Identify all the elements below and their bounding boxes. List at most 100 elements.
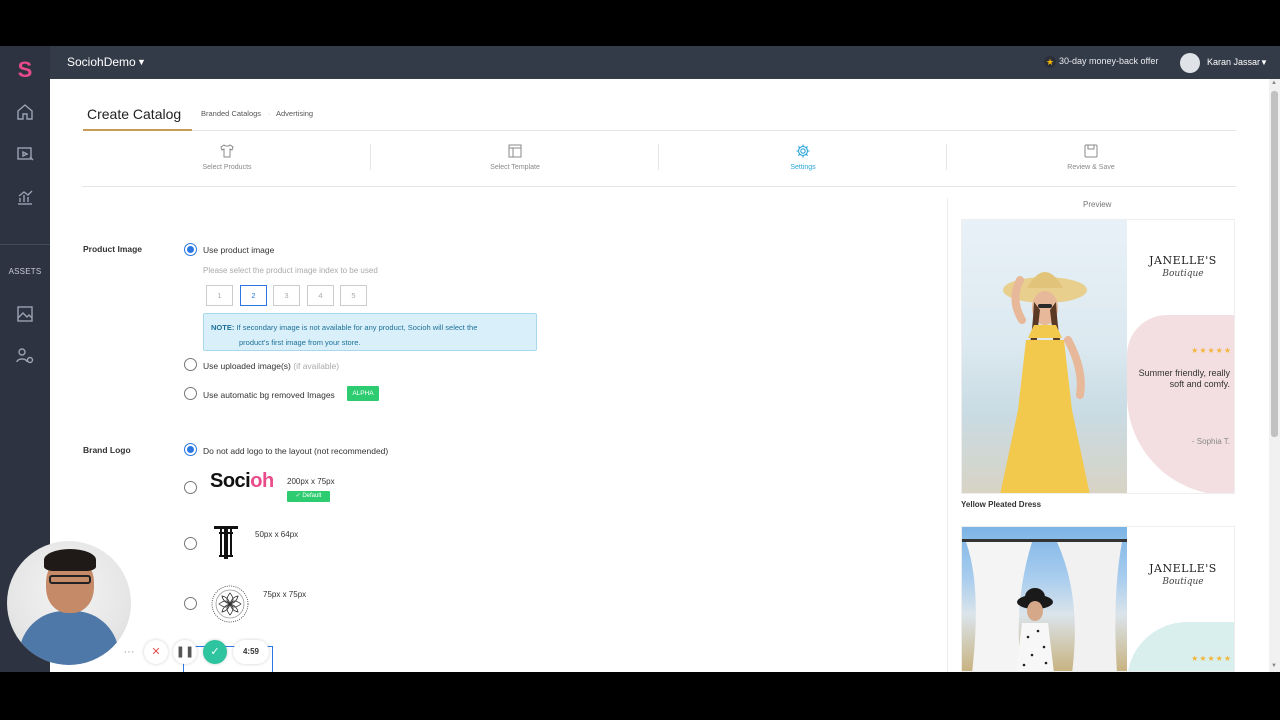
top-bar: SociohDemo ▼ ★ 30-day money-back offer K…	[50, 46, 1280, 79]
page-title: Create Catalog	[87, 106, 182, 122]
recorder-finish-icon[interactable]: ✓	[203, 640, 227, 664]
preview-card: JANELLE'S Boutique ★★★★★	[961, 526, 1235, 672]
gear-icon	[795, 143, 811, 159]
preview-divider	[947, 198, 948, 672]
preview-label: Preview	[1083, 200, 1112, 209]
webcam-bubble[interactable]	[7, 541, 131, 665]
image-index-hint: Please select the product image index to…	[203, 266, 378, 275]
product-image-label: Product Image	[83, 244, 143, 254]
image-index-5[interactable]: 5	[340, 285, 367, 306]
logo-option-2-radio[interactable]	[184, 537, 197, 550]
analytics-icon[interactable]	[15, 187, 35, 207]
workspace-selector[interactable]: SociohDemo	[67, 55, 136, 69]
step-label: Select Products	[202, 164, 252, 171]
no-logo-text: Do not add logo to the layout (not recom…	[203, 446, 389, 456]
user-avatar[interactable]	[1180, 53, 1200, 73]
sidebar-divider	[0, 244, 50, 245]
note-line2: product's first image from your store.	[239, 338, 361, 347]
image-index-1[interactable]: 1	[206, 285, 233, 306]
image-index-2[interactable]: 2	[240, 285, 267, 306]
recorder-more-icon[interactable]: ···	[117, 640, 141, 664]
step-label: Review & Save	[1067, 164, 1115, 171]
step-select-products[interactable]: Select Products	[167, 143, 287, 171]
monogram-t-logo	[213, 523, 239, 561]
alpha-badge: ALPHA	[347, 386, 379, 401]
step-label: Select Template	[490, 164, 540, 171]
breadcrumb-advertising[interactable]: Advertising	[276, 109, 313, 118]
presenter-glasses	[49, 575, 91, 584]
offer-badge-icon: ★	[1044, 56, 1056, 68]
decorative-blob	[1127, 315, 1234, 493]
header-divider	[192, 130, 1236, 131]
home-icon[interactable]	[15, 102, 35, 122]
logo-3-dimensions: 75px x 75px	[263, 590, 307, 599]
scroll-thumb[interactable]	[1271, 91, 1278, 437]
presenter-hair	[44, 549, 96, 571]
image-index-4[interactable]: 4	[307, 285, 334, 306]
logo-text-a: Soci	[210, 470, 251, 492]
logo-1-dimensions: 200px x 75px	[287, 477, 335, 486]
recorder-pause-icon[interactable]: ❚❚	[173, 640, 197, 664]
step-review-save[interactable]: Review & Save	[1031, 143, 1151, 171]
step-divider	[370, 144, 371, 170]
note-bold: NOTE:	[211, 323, 235, 332]
brand-logo-label: Brand Logo	[83, 445, 131, 455]
step-divider	[658, 144, 659, 170]
preview-product-name: Yellow Pleated Dress	[961, 500, 1042, 509]
step-label: Settings	[790, 164, 816, 171]
assets-section-label: ASSETS	[8, 267, 42, 276]
default-badge: ✓ Default	[287, 491, 330, 502]
review-quote: Summer friendly, really soft and comfy.	[1138, 368, 1230, 389]
money-back-offer-link[interactable]: 30-day money-back offer	[1059, 56, 1158, 66]
no-logo-radio[interactable]	[184, 443, 197, 456]
preview-card: JANELLE'S Boutique ★★★★★ Summer friendly…	[961, 219, 1235, 494]
recorder-cancel-icon[interactable]: ✕	[144, 640, 168, 664]
uploaded-label: Use uploaded image(s)	[203, 361, 291, 371]
boutique-subtitle: Boutique	[1162, 269, 1204, 279]
secondary-image-note: NOTE: If secondary image is not availabl…	[203, 313, 537, 351]
template-icon	[507, 143, 523, 159]
rating-stars: ★★★★★	[1191, 654, 1232, 663]
breadcrumb-branded-catalogs[interactable]: Branded Catalogs	[201, 109, 261, 118]
logo-option-1-radio[interactable]	[184, 481, 197, 494]
image-index-3[interactable]: 3	[273, 285, 300, 306]
save-icon	[1083, 143, 1099, 159]
user-menu-chevron-icon[interactable]: ▼	[1260, 58, 1268, 67]
user-name[interactable]: Karan Jassar	[1207, 57, 1260, 67]
logo-option-3-radio[interactable]	[184, 597, 197, 610]
logo-2-dimensions: 50px x 64px	[255, 530, 299, 539]
chevron-down-icon[interactable]: ▼	[137, 57, 146, 67]
image-assets-icon[interactable]	[15, 304, 35, 324]
media-icon[interactable]	[15, 144, 35, 164]
step-select-template[interactable]: Select Template	[455, 143, 575, 171]
logo-text-b: oh	[250, 470, 274, 492]
use-uploaded-images-radio[interactable]	[184, 358, 197, 371]
breadcrumb-separator: ·	[268, 109, 271, 118]
scroll-up-icon[interactable]: ▲	[1271, 80, 1277, 86]
socioh-app-logo[interactable]: S	[14, 58, 36, 82]
scroll-down-icon[interactable]: ▼	[1271, 663, 1277, 669]
product-photo	[962, 527, 1127, 671]
flower-seal-logo	[210, 584, 250, 624]
page-scrollbar[interactable]: ▲ ▼	[1269, 79, 1280, 672]
rating-stars: ★★★★★	[1191, 346, 1232, 355]
presenter-shirt	[19, 611, 119, 665]
settings-assets-icon[interactable]	[15, 346, 35, 366]
use-product-image-radio[interactable]	[184, 243, 197, 256]
use-uploaded-images-text: Use uploaded image(s) (if available)	[203, 361, 339, 371]
bg-removed-images-text: Use automatic bg removed Images	[203, 390, 335, 400]
app-frame: S ASSETS SociohDemo ▼ ★ 30-day money-bac…	[0, 46, 1280, 672]
step-divider	[946, 144, 947, 170]
bg-removed-images-radio[interactable]	[184, 387, 197, 400]
step-settings[interactable]: Settings	[743, 143, 863, 171]
recorder-controls: ··· ✕ ❚❚ ✓ 4:59	[117, 638, 269, 666]
uploaded-suffix: (if available)	[293, 361, 340, 371]
recorder-timer: 4:59	[233, 640, 269, 664]
product-photo	[962, 220, 1127, 493]
boutique-brand-name: JANELLE'S	[1149, 254, 1217, 267]
decorative-blob	[1127, 622, 1234, 671]
use-product-image-text: Use product image	[203, 245, 275, 255]
note-line1: If secondary image is not available for …	[236, 323, 478, 332]
review-author: - Sophia T.	[1191, 437, 1230, 446]
boutique-subtitle: Boutique	[1162, 577, 1204, 587]
